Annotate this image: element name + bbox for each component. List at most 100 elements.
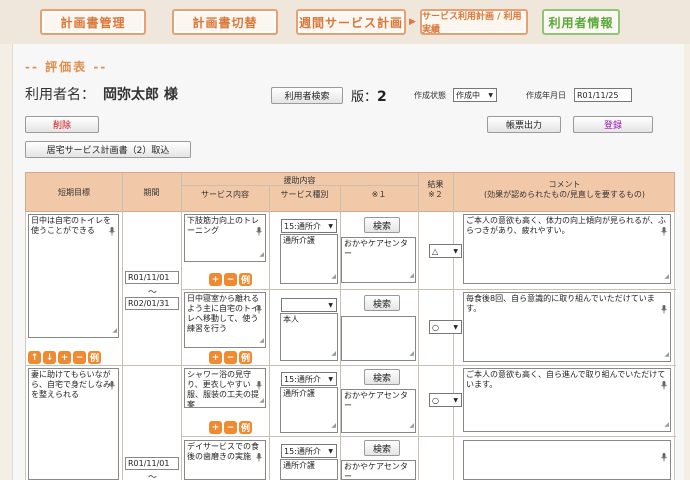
version: 版：2 <box>351 86 387 105</box>
service-1-2-comment[interactable]: 毎食後8回、自ら意識的に取り組んでいただけています。 ◢ <box>463 292 671 362</box>
service-2-2-type-select[interactable]: 15:通所介 ▼ <box>281 444 337 458</box>
service-1-2-type-name[interactable]: 本人 ◢ <box>280 313 338 361</box>
service-1-1-result: △ <box>432 246 439 256</box>
resize-grip-icon[interactable]: ◢ <box>112 326 117 336</box>
add-service-icon[interactable]: + <box>209 351 222 364</box>
microphone-icon[interactable] <box>256 453 262 462</box>
user-name: 岡弥太郎 様 <box>103 87 178 103</box>
microphone-icon[interactable] <box>256 381 262 390</box>
service-2-1-provider-text: おかやケアセンター <box>344 391 408 410</box>
move-up-icon[interactable]: ↑ <box>28 351 41 364</box>
print-button[interactable]: 帳票出力 <box>487 116 561 133</box>
microphone-icon[interactable] <box>256 227 262 236</box>
microphone-icon[interactable] <box>661 381 667 390</box>
goal-2-period-start[interactable]: R01/11/01 <box>125 457 179 470</box>
service-2-2-provider-text: おかやケアセンター <box>344 462 408 480</box>
resize-grip-icon[interactable]: ◢ <box>664 420 669 430</box>
service-1-1-result-select[interactable]: △ ▼ <box>429 244 462 258</box>
tab-plan-switch[interactable]: 計画書切替 <box>172 9 278 35</box>
service-2-1-result-select[interactable]: ○ ▼ <box>429 393 462 407</box>
service-2-1-result: ○ <box>432 395 439 405</box>
service-example-icon[interactable]: 例 <box>239 273 252 286</box>
goal-example-icon[interactable]: 例 <box>88 351 101 364</box>
resize-grip-icon[interactable]: ◢ <box>664 272 669 282</box>
service-2-1-type-name[interactable]: 通所介護 ◢ <box>280 387 338 433</box>
resize-grip-icon[interactable]: ◢ <box>259 336 264 346</box>
import-plan-button[interactable]: 居宅サービス計画書（2）取込 <box>25 141 191 158</box>
goal-1-textarea[interactable]: 日中は自宅のトイレを使うことができる ◢ <box>28 214 119 338</box>
created-date-label: 作成年月日 <box>526 91 566 100</box>
status-select[interactable]: 作成中 ▼ <box>453 88 497 102</box>
resize-grip-icon[interactable]: ◢ <box>331 421 336 431</box>
header-support: 援助内容 <box>283 176 316 185</box>
goal-2-period-separator: ～ <box>148 473 158 480</box>
microphone-icon[interactable] <box>661 453 667 462</box>
service-2-2-provider[interactable]: おかやケアセンター <box>341 460 416 480</box>
microphone-icon[interactable] <box>109 381 115 390</box>
service-1-2-content[interactable]: 日中寝室から離れるよう主に自宅のトイレへ移動して、使う練習を行う ◢ <box>184 292 266 348</box>
service-1-1-type-select[interactable]: 15:通所介 ▼ <box>281 219 337 233</box>
tab-plan-management[interactable]: 計画書管理 <box>40 9 146 35</box>
chevron-down-icon: ▼ <box>328 301 333 309</box>
header-type: サービス種別 <box>280 190 329 199</box>
resize-grip-icon[interactable]: ◢ <box>331 349 336 359</box>
service-1-1-content[interactable]: 下肢筋力向上のトレーニング ◢ <box>184 214 266 262</box>
microphone-icon[interactable] <box>109 227 115 236</box>
service-2-1-provider[interactable]: おかやケアセンター ◢ <box>341 389 416 433</box>
add-goal-icon[interactable]: + <box>58 351 71 364</box>
service-1-1-comment-text: ご本人の意欲も高く、体力の向上傾向が見られるが、ふらつきがあり、疲れやすい。 <box>466 216 666 235</box>
service-1-1-content-text: 下肢筋力向上のトレーニング <box>187 216 259 235</box>
service-1-1-comment[interactable]: ご本人の意欲も高く、体力の向上傾向が見られるが、ふらつきがあり、疲れやすい。 ◢ <box>463 214 671 284</box>
resize-grip-icon[interactable]: ◢ <box>409 271 414 281</box>
resize-grip-icon[interactable]: ◢ <box>409 421 414 431</box>
delete-button[interactable]: 削除 <box>25 116 99 133</box>
service-2-2-search-button[interactable]: 検索 <box>364 440 400 456</box>
resize-grip-icon[interactable]: ◢ <box>664 350 669 360</box>
resize-grip-icon[interactable]: ◢ <box>409 349 414 359</box>
service-2-1-type-select[interactable]: 15:通所介 ▼ <box>281 372 337 386</box>
remove-service-icon[interactable]: − <box>224 421 237 434</box>
resize-grip-icon[interactable]: ◢ <box>259 250 264 260</box>
goal-1-period-start[interactable]: R01/11/01 <box>125 271 179 284</box>
goal-2-textarea[interactable]: 妻に助けてもらいながら、自宅で身だしなみを整えられる <box>28 368 119 480</box>
resize-grip-icon[interactable]: ◢ <box>331 272 336 282</box>
remove-goal-icon[interactable]: − <box>73 351 86 364</box>
service-1-2-search-button[interactable]: 検索 <box>364 295 400 311</box>
remove-service-icon[interactable]: − <box>224 273 237 286</box>
microphone-icon[interactable] <box>661 227 667 236</box>
user-search-button[interactable]: 利用者検索 <box>271 87 343 104</box>
add-service-icon[interactable]: + <box>209 273 222 286</box>
service-1-1-search-button[interactable]: 検索 <box>364 217 400 233</box>
goal-1-text: 日中は自宅のトイレを使うことができる <box>31 216 111 235</box>
service-2-1-content[interactable]: シャワー浴の見守り、更衣しやすい服、服装の工夫の提案 ◢ <box>184 368 266 408</box>
goal-2-text: 妻に助けてもらいながら、自宅で身だしなみを整えられる <box>31 370 111 399</box>
service-1-1-type-name[interactable]: 通所介護 ◢ <box>280 234 338 284</box>
service-2-1-comment[interactable]: ご本人の意欲も高く、自ら進んで取り組んでいただけています。 ◢ <box>463 368 671 432</box>
tab-user-info[interactable]: 利用者情報 <box>542 9 620 35</box>
header-goal: 短期目標 <box>58 188 90 197</box>
service-2-2-type-name[interactable]: 通所介護 <box>280 459 338 480</box>
microphone-icon[interactable] <box>256 305 262 314</box>
service-2-2-comment[interactable] <box>463 440 671 480</box>
created-date-input[interactable]: R01/11/25 <box>574 88 632 102</box>
service-1-1-provider[interactable]: おかやケアセンター ◢ <box>341 237 416 283</box>
add-service-icon[interactable]: + <box>209 421 222 434</box>
remove-service-icon[interactable]: − <box>224 351 237 364</box>
goal-1-period-end[interactable]: R02/01/31 <box>125 297 179 310</box>
table-header: 短期目標 期間 援助内容 サービス内容 サービス種別 ※１ 結果 ※２ コメント… <box>25 172 675 213</box>
service-1-2-result-select[interactable]: ○ ▼ <box>429 320 462 334</box>
status-value: 作成中 <box>456 90 480 100</box>
service-1-2-provider[interactable]: ◢ <box>341 316 416 361</box>
service-2-1-search-button[interactable]: 検索 <box>364 369 400 385</box>
service-2-2-content[interactable]: デイサービスでの食後の歯磨きの実施 <box>184 440 266 480</box>
service-example-icon[interactable]: 例 <box>239 421 252 434</box>
register-button[interactable]: 登録 <box>573 116 653 133</box>
service-example-icon[interactable]: 例 <box>239 351 252 364</box>
move-down-icon[interactable]: ↓ <box>43 351 56 364</box>
tab-weekly-service-plan[interactable]: 週間サービス計画 <box>296 9 406 35</box>
user-name-label: 利用者名： <box>25 87 95 103</box>
microphone-icon[interactable] <box>661 305 667 314</box>
tab-service-usage-plan[interactable]: サービス利用計画 / 利用実績 <box>420 9 528 35</box>
resize-grip-icon[interactable]: ◢ <box>259 396 264 406</box>
service-1-2-type-select[interactable]: ▼ <box>281 298 337 312</box>
